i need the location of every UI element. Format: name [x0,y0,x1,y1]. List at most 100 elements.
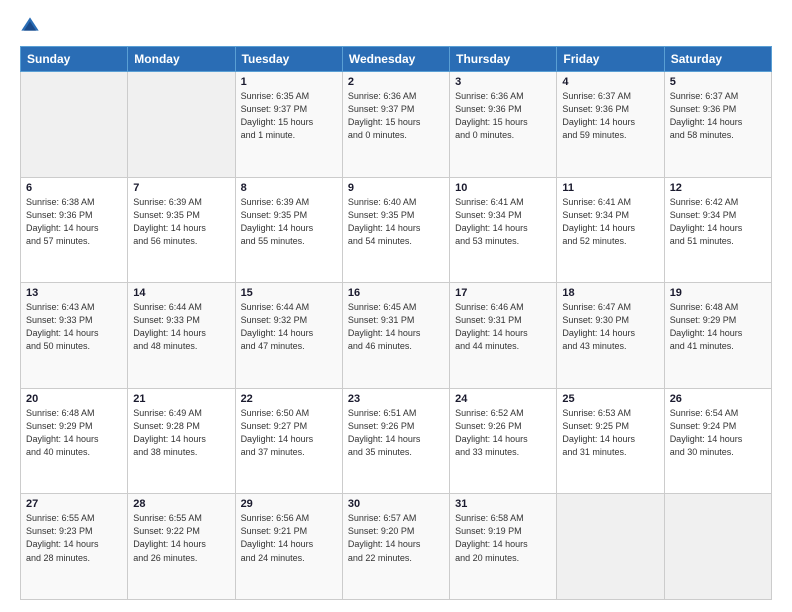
calendar-cell: 20Sunrise: 6:48 AM Sunset: 9:29 PM Dayli… [21,388,128,494]
day-info: Sunrise: 6:58 AM Sunset: 9:19 PM Dayligh… [455,512,551,564]
day-number: 15 [241,287,337,299]
day-info: Sunrise: 6:55 AM Sunset: 9:23 PM Dayligh… [26,512,122,564]
calendar-cell: 25 Sunrise: 6:53 AM Sunset: 9:25 PM Dayli… [557,388,664,494]
calendar-cell: 7 Sunrise: 6:39 AM Sunset: 9:35 PM Daylig… [128,177,235,283]
day-info: Sunrise: 6:57 AM Sunset: 9:20 PM Dayligh… [348,512,444,564]
calendar-cell: 2 Sunrise: 6:36 AM Sunset: 9:37 PM Daylig… [342,72,449,178]
day-number: 8 [241,182,337,194]
day-number: 29 [241,498,337,510]
calendar-cell: 5 Sunrise: 6:37 AM Sunset: 9:36 PM Daylig… [664,72,771,178]
day-number: 22 [241,393,337,405]
calendar-week-row: 6 Sunrise: 6:38 AM Sunset: 9:36 PM Daylig… [21,177,772,283]
day-info: Sunrise: 6:42 AM Sunset: 9:34 PM Dayligh… [670,196,766,248]
weekday-header-monday: Monday [128,47,235,72]
calendar-cell: 21 Sunrise: 6:49 AM Sunset: 9:28 PM Dayli… [128,388,235,494]
calendar-week-row: 1Sunrise: 6:35 AM Sunset: 9:37 PM Daylig… [21,72,772,178]
calendar-cell [664,494,771,600]
day-info: Sunrise: 6:50 AM Sunset: 9:27 PM Dayligh… [241,407,337,459]
day-info: Sunrise: 6:52 AM Sunset: 9:26 PM Dayligh… [455,407,551,459]
calendar-cell [128,72,235,178]
calendar-week-row: 27 Sunrise: 6:55 AM Sunset: 9:23 PM Dayli… [21,494,772,600]
header [20,16,772,36]
day-number: 28 [133,498,229,510]
calendar-cell: 26Sunrise: 6:54 AM Sunset: 9:24 PM Dayli… [664,388,771,494]
logo-icon [20,16,40,36]
weekday-header-tuesday: Tuesday [235,47,342,72]
day-info: Sunrise: 6:48 AM Sunset: 9:29 PM Dayligh… [26,407,122,459]
calendar-cell: 19 Sunrise: 6:48 AM Sunset: 9:29 PM Dayli… [664,283,771,389]
day-info: Sunrise: 6:35 AM Sunset: 9:37 PM Dayligh… [241,90,337,142]
day-info: Sunrise: 6:43 AM Sunset: 9:33 PM Dayligh… [26,301,122,353]
day-number: 11 [562,182,658,194]
day-info: Sunrise: 6:46 AM Sunset: 9:31 PM Dayligh… [455,301,551,353]
calendar-cell: 9 Sunrise: 6:40 AM Sunset: 9:35 PM Daylig… [342,177,449,283]
day-number: 18 [562,287,658,299]
day-info: Sunrise: 6:53 AM Sunset: 9:25 PM Dayligh… [562,407,658,459]
day-info: Sunrise: 6:39 AM Sunset: 9:35 PM Dayligh… [133,196,229,248]
weekday-header-row: SundayMondayTuesdayWednesdayThursdayFrid… [21,47,772,72]
calendar-cell [21,72,128,178]
logo [20,16,44,36]
day-info: Sunrise: 6:55 AM Sunset: 9:22 PM Dayligh… [133,512,229,564]
calendar-cell: 4Sunrise: 6:37 AM Sunset: 9:36 PM Daylig… [557,72,664,178]
calendar-cell: 15 Sunrise: 6:44 AM Sunset: 9:32 PM Dayli… [235,283,342,389]
day-number: 5 [670,76,766,88]
day-number: 7 [133,182,229,194]
day-number: 2 [348,76,444,88]
calendar-cell: 17 Sunrise: 6:46 AM Sunset: 9:31 PM Dayli… [450,283,557,389]
weekday-header-thursday: Thursday [450,47,557,72]
weekday-header-saturday: Saturday [664,47,771,72]
calendar-cell: 1Sunrise: 6:35 AM Sunset: 9:37 PM Daylig… [235,72,342,178]
day-info: Sunrise: 6:44 AM Sunset: 9:33 PM Dayligh… [133,301,229,353]
day-number: 23 [348,393,444,405]
day-number: 12 [670,182,766,194]
day-number: 10 [455,182,551,194]
page: SundayMondayTuesdayWednesdayThursdayFrid… [0,0,792,612]
day-info: Sunrise: 6:49 AM Sunset: 9:28 PM Dayligh… [133,407,229,459]
day-number: 25 [562,393,658,405]
calendar-cell: 16 Sunrise: 6:45 AM Sunset: 9:31 PM Dayli… [342,283,449,389]
day-number: 27 [26,498,122,510]
day-info: Sunrise: 6:48 AM Sunset: 9:29 PM Dayligh… [670,301,766,353]
day-info: Sunrise: 6:56 AM Sunset: 9:21 PM Dayligh… [241,512,337,564]
day-number: 17 [455,287,551,299]
day-number: 6 [26,182,122,194]
day-number: 13 [26,287,122,299]
day-number: 31 [455,498,551,510]
calendar-week-row: 20Sunrise: 6:48 AM Sunset: 9:29 PM Dayli… [21,388,772,494]
day-number: 19 [670,287,766,299]
day-info: Sunrise: 6:44 AM Sunset: 9:32 PM Dayligh… [241,301,337,353]
day-info: Sunrise: 6:51 AM Sunset: 9:26 PM Dayligh… [348,407,444,459]
calendar-cell: 13 Sunrise: 6:43 AM Sunset: 9:33 PM Dayli… [21,283,128,389]
day-info: Sunrise: 6:41 AM Sunset: 9:34 PM Dayligh… [455,196,551,248]
calendar-cell: 23 Sunrise: 6:51 AM Sunset: 9:26 PM Dayli… [342,388,449,494]
calendar-cell: 28 Sunrise: 6:55 AM Sunset: 9:22 PM Dayli… [128,494,235,600]
day-number: 14 [133,287,229,299]
calendar-cell: 24Sunrise: 6:52 AM Sunset: 9:26 PM Dayli… [450,388,557,494]
day-number: 26 [670,393,766,405]
day-info: Sunrise: 6:40 AM Sunset: 9:35 PM Dayligh… [348,196,444,248]
calendar-cell: 8 Sunrise: 6:39 AM Sunset: 9:35 PM Daylig… [235,177,342,283]
day-info: Sunrise: 6:36 AM Sunset: 9:37 PM Dayligh… [348,90,444,142]
calendar-cell: 29 Sunrise: 6:56 AM Sunset: 9:21 PM Dayli… [235,494,342,600]
day-number: 3 [455,76,551,88]
day-info: Sunrise: 6:45 AM Sunset: 9:31 PM Dayligh… [348,301,444,353]
day-info: Sunrise: 6:37 AM Sunset: 9:36 PM Dayligh… [670,90,766,142]
day-number: 21 [133,393,229,405]
calendar-cell: 10 Sunrise: 6:41 AM Sunset: 9:34 PM Dayli… [450,177,557,283]
calendar-cell: 6 Sunrise: 6:38 AM Sunset: 9:36 PM Daylig… [21,177,128,283]
weekday-header-friday: Friday [557,47,664,72]
weekday-header-sunday: Sunday [21,47,128,72]
calendar-cell: 12 Sunrise: 6:42 AM Sunset: 9:34 PM Dayli… [664,177,771,283]
day-info: Sunrise: 6:39 AM Sunset: 9:35 PM Dayligh… [241,196,337,248]
calendar-cell [557,494,664,600]
weekday-header-wednesday: Wednesday [342,47,449,72]
day-info: Sunrise: 6:38 AM Sunset: 9:36 PM Dayligh… [26,196,122,248]
calendar-cell: 14 Sunrise: 6:44 AM Sunset: 9:33 PM Dayli… [128,283,235,389]
day-info: Sunrise: 6:37 AM Sunset: 9:36 PM Dayligh… [562,90,658,142]
calendar-cell: 31 Sunrise: 6:58 AM Sunset: 9:19 PM Dayli… [450,494,557,600]
day-number: 9 [348,182,444,194]
day-number: 16 [348,287,444,299]
calendar-cell: 22 Sunrise: 6:50 AM Sunset: 9:27 PM Dayli… [235,388,342,494]
calendar-cell: 27 Sunrise: 6:55 AM Sunset: 9:23 PM Dayli… [21,494,128,600]
